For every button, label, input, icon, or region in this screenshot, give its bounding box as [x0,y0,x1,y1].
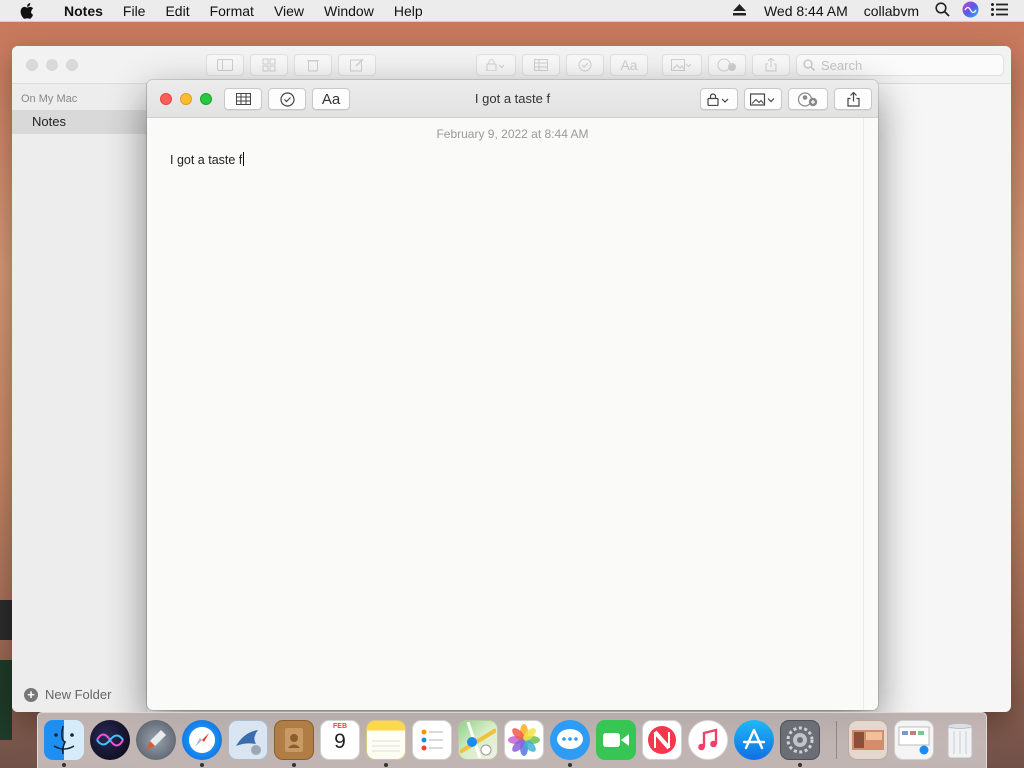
table-button[interactable] [522,54,560,76]
calendar-month: FEB [333,723,347,730]
share-button[interactable] [752,54,790,76]
lock-button[interactable] [476,54,516,76]
add-person-icon [797,91,818,107]
photos-icon[interactable] [504,720,544,760]
search-icon [803,59,815,71]
menu-help[interactable]: Help [384,3,433,19]
window-controls-inactive [26,59,86,71]
running-indicator [62,763,66,767]
sidebar-toggle-button[interactable] [206,54,244,76]
checklist-button[interactable] [566,54,604,76]
editor-scroll-gutter [863,118,864,710]
news-icon[interactable] [642,720,682,760]
menu-view[interactable]: View [264,3,314,19]
checklist-icon [578,58,592,72]
gallery-view-button[interactable] [250,54,288,76]
menubar-user[interactable]: collabvm [864,3,919,19]
share-icon [846,91,860,107]
lock-icon [486,59,505,71]
finder-icon[interactable] [44,720,84,760]
search-placeholder: Search [821,57,863,73]
photo-icon [750,92,775,106]
grid-icon [262,58,276,72]
running-indicator [568,763,572,767]
contacts-icon[interactable] [274,720,314,760]
running-indicator [292,763,296,767]
share-icon [765,58,777,72]
new-folder-button[interactable]: + New Folder [24,687,111,702]
eject-icon[interactable] [732,3,746,19]
desktop-background-fragment [0,600,12,640]
note-timestamp: February 9, 2022 at 8:44 AM [436,127,589,141]
menu-edit[interactable]: Edit [155,3,199,19]
close-button[interactable] [26,59,38,71]
table-icon [534,59,548,71]
plus-circle-icon: + [24,687,38,702]
media-button[interactable] [744,88,782,110]
add-people-button[interactable] [708,54,746,76]
notes-app-icon[interactable] [366,720,406,760]
app-store-icon[interactable] [734,720,774,760]
messages-icon[interactable] [550,720,590,760]
menu-file[interactable]: File [113,3,156,19]
note-body-text-container[interactable]: I got a taste f [170,152,245,167]
main-window-toolbar: Aa Search [12,46,1011,84]
launchpad-icon[interactable] [136,720,176,760]
control-center-list-icon[interactable] [991,2,1008,19]
note-window: Aa I got a taste f February 9, 2022 at 8… [147,80,878,710]
apple-menu-icon[interactable] [20,2,40,19]
running-indicator [200,763,204,767]
mail-icon[interactable] [228,720,268,760]
new-folder-label: New Folder [45,687,112,702]
compose-button[interactable] [338,54,376,76]
minimize-button[interactable] [46,59,58,71]
menu-window[interactable]: Window [314,3,384,19]
format-button[interactable]: Aa [610,54,648,76]
sidebar-section-header: On My Mac [21,93,78,105]
compose-icon [350,58,364,72]
safari-icon[interactable] [182,720,222,760]
trash-icon [307,60,319,72]
media-button[interactable] [662,54,702,76]
reminders-icon[interactable] [412,720,452,760]
delete-button[interactable] [294,54,332,76]
folders-sidebar: On My Mac Notes + New Folder [12,84,147,712]
lock-icon [707,92,729,106]
music-icon[interactable] [688,720,728,760]
share-button[interactable] [834,88,872,110]
facetime-icon[interactable] [596,720,636,760]
menu-app-notes[interactable]: Notes [54,3,113,19]
lock-button[interactable] [700,88,738,110]
desktop-background-fragment [0,660,12,740]
note-editor[interactable]: February 9, 2022 at 8:44 AM I got a tast… [147,118,878,710]
note-window-titlebar[interactable]: Aa I got a taste f [147,80,878,118]
documents-stack-icon[interactable] [894,720,934,760]
menu-bar: Notes File Edit Format View Window Help … [0,0,1024,22]
downloads-stack-icon[interactable] [848,720,888,760]
calendar-icon[interactable]: FEB 9 [320,720,360,760]
note-body-text[interactable]: I got a taste f [170,153,242,167]
sidebar-item-notes[interactable]: Notes [12,110,146,134]
running-indicator [384,763,388,767]
add-person-icon [717,58,736,72]
menu-format[interactable]: Format [200,3,264,19]
trash-icon[interactable] [940,720,980,760]
dock-separator [836,721,837,759]
text-cursor [243,152,245,166]
zoom-button[interactable] [66,59,78,71]
menubar-clock[interactable]: Wed 8:44 AM [764,3,848,19]
maps-icon[interactable] [458,720,498,760]
add-people-button[interactable] [788,88,828,110]
running-indicator [798,763,802,767]
calendar-day: 9 [334,730,346,753]
sidebar-icon [217,59,233,71]
search-field[interactable]: Search [796,54,1004,76]
siri-icon[interactable] [962,1,979,21]
dock: FEB 9 [37,712,987,768]
spotlight-search-icon[interactable] [935,1,950,20]
siri-app-icon[interactable] [90,720,130,760]
system-preferences-icon[interactable] [780,720,820,760]
photo-icon [671,59,692,71]
